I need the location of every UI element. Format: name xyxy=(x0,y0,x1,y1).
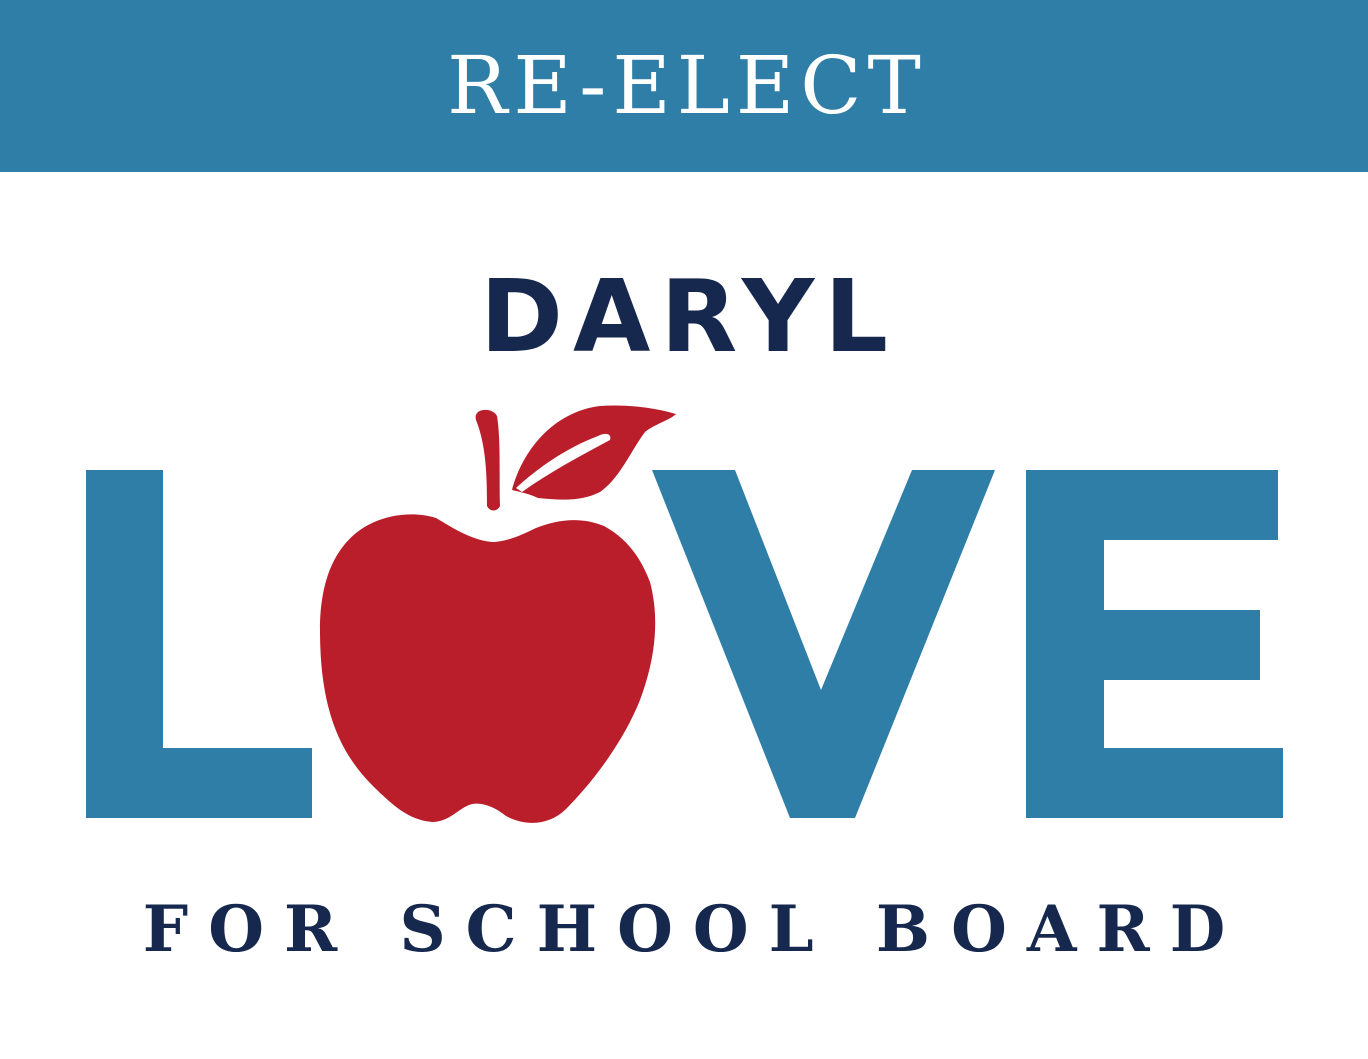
letter-e xyxy=(1026,470,1283,818)
letter-v xyxy=(652,470,995,818)
tagline: FOR SCHOOL BOARD xyxy=(142,892,1246,967)
apple-icon xyxy=(320,405,676,823)
candidate-first-name: DARYL xyxy=(479,258,899,375)
re-elect-heading: RE-ELECT xyxy=(447,39,927,132)
letter-l xyxy=(86,470,312,818)
